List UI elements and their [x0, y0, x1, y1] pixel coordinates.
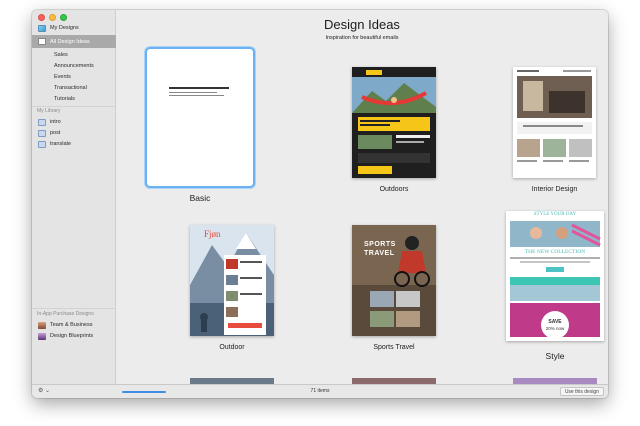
design-card-outdoors[interactable]: [352, 67, 436, 178]
sidebar-item-label: Tutorials: [54, 96, 75, 102]
design-caption: Sports Travel: [373, 344, 415, 351]
sidebar-item-label: Events: [54, 74, 71, 80]
save-badge: 20% now: [545, 326, 565, 331]
document-icon: [38, 118, 46, 126]
zoom-window-button[interactable]: [60, 14, 67, 21]
design-caption: Outdoor: [219, 344, 245, 351]
divider: [32, 106, 116, 107]
design-card-basic[interactable]: [145, 47, 255, 188]
item-count: 71 items: [310, 388, 330, 394]
placeholder-text: [169, 87, 229, 89]
sidebar-item-all-design-ideas[interactable]: All Design Ideas: [32, 35, 116, 48]
close-window-button[interactable]: [38, 14, 45, 21]
app-window: My Designs All Design Ideas Sales Announ…: [32, 10, 608, 398]
design-caption: Style: [545, 351, 565, 361]
window-controls: [38, 14, 67, 21]
document-icon: [38, 140, 46, 148]
interior-preview: [513, 67, 596, 178]
sidebar-item-label: Transactional: [54, 85, 87, 91]
divider: [32, 308, 116, 309]
design-card-sports-travel[interactable]: SPORTS TRAVEL: [352, 225, 436, 336]
sidebar-item-label: Announcements: [54, 63, 94, 69]
design-caption: Outdoors: [379, 186, 409, 193]
design-card-interior-design[interactable]: [513, 67, 596, 178]
page-title: Design Ideas: [324, 17, 400, 32]
sidebar-item-label: All Design Ideas: [50, 38, 90, 45]
sidebar: My Designs All Design Ideas Sales Announ…: [32, 10, 116, 384]
sidebar-item-translate[interactable]: translate: [32, 138, 116, 150]
use-this-design-button[interactable]: Use this design: [559, 387, 604, 396]
thumb-headline: SPORTS: [364, 241, 396, 248]
brand-logo: Fjøn: [204, 229, 221, 239]
design-card-style[interactable]: STYLE YOUR DAY THE NEW COLLECTION SAVE 2…: [506, 211, 604, 341]
design-caption: Interior Design: [531, 186, 578, 193]
minimize-window-button[interactable]: [49, 14, 56, 21]
sidebar-item-label: My Designs: [50, 25, 79, 31]
avatar-icon: [38, 332, 46, 340]
page-subtitle: Inspiration for beautiful emails: [325, 35, 399, 41]
thumb-headline: TRAVEL: [364, 250, 395, 257]
avatar-icon: [38, 321, 46, 329]
bottom-toolbar: ⚙ ⌄ 71 items Use this design: [32, 384, 608, 398]
section-heading-library: My Library: [37, 108, 61, 114]
document-icon: [38, 129, 46, 137]
sidebar-item-label: Design Blueprints: [50, 333, 94, 339]
thumb-headline: STYLE YOUR DAY: [533, 212, 577, 217]
placeholder-text: [169, 95, 224, 96]
app-icon: [38, 24, 46, 32]
sidebar-item-tutorials[interactable]: Tutorials: [32, 93, 116, 105]
outdoors-preview: [352, 67, 436, 178]
sidebar-item-label: Team & Business: [50, 322, 93, 328]
sidebar-item-label: intro: [50, 119, 61, 125]
design-caption: Basic: [189, 193, 211, 203]
sidebar-item-label: Sales: [54, 52, 68, 58]
grid-icon: [38, 38, 46, 45]
save-badge: SAVE: [548, 319, 562, 325]
section-heading-purchase: In-App Purchase Designs: [37, 311, 94, 317]
thumb-headline: THE NEW COLLECTION: [524, 249, 586, 255]
sidebar-item-label: post: [50, 130, 61, 136]
outdoor-preview: [190, 225, 274, 336]
placeholder-text: [169, 92, 217, 93]
gallery-area: Design Ideas Inspiration for beautiful e…: [116, 10, 608, 384]
sidebar-item-my-designs[interactable]: My Designs: [32, 22, 116, 34]
sidebar-item-design-blueprints[interactable]: Design Blueprints: [32, 330, 116, 342]
design-card-outdoor[interactable]: Fjøn: [190, 225, 274, 336]
sidebar-item-label: translate: [50, 141, 72, 147]
